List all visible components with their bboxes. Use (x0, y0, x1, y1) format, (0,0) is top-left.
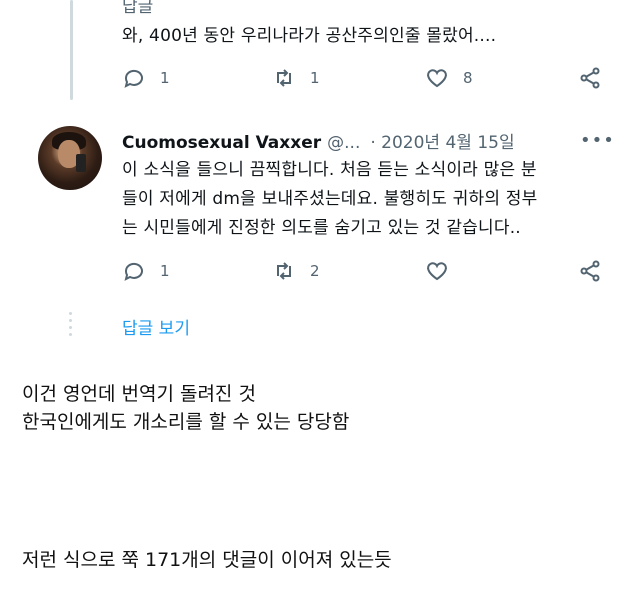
thread-line (70, 0, 73, 100)
tweet-text-line: 는 시민들에게 진정한 의도를 숨기고 있는 것 같습니다.. (122, 218, 521, 238)
reply-button[interactable]: 1 (122, 259, 170, 283)
reply-count: 1 (160, 262, 170, 280)
tweet-thread: 답글 와, 400년 동안 우리나라가 공산주의인줄 몰랐어.... 1 1 8 (0, 0, 640, 350)
like-button[interactable] (425, 259, 463, 283)
like-count: 8 (463, 69, 473, 87)
share-button[interactable] (578, 259, 602, 283)
caption-line: 저런 식으로 쭉 171개의 댓글이 이어져 있는듯 (22, 549, 392, 571)
user-handle[interactable]: @... (327, 133, 360, 153)
retweet-icon (277, 69, 291, 87)
retweet-count: 1 (310, 69, 320, 87)
share-icon (580, 260, 600, 282)
share-button[interactable] (578, 66, 602, 90)
display-name[interactable]: Cuomosexual Vaxxer (122, 133, 321, 153)
reply-button[interactable]: 1 (122, 66, 170, 90)
reply-icon (124, 262, 143, 281)
retweet-button[interactable]: 1 (272, 66, 320, 90)
avatar[interactable] (38, 126, 102, 190)
like-icon (427, 262, 447, 281)
retweet-button[interactable]: 2 (272, 259, 320, 283)
like-button[interactable]: 8 (425, 66, 473, 90)
reply-icon (124, 69, 143, 88)
show-replies-link[interactable]: 답글 보기 (122, 314, 190, 339)
tweet-text-line: 이 소식을 들으니 끔찍합니다. 처음 듣는 소식이라 많은 분 (122, 160, 537, 180)
retweet-count: 2 (310, 262, 320, 280)
top-tweet-text: 와, 400년 동안 우리나라가 공산주의인줄 몰랐어.... (122, 26, 497, 46)
thread-continuation-dots (68, 312, 74, 340)
tweet-actions: 1 2 (122, 259, 612, 287)
tweet-header: Cuomosexual Vaxxer @... · 2020년 4월 15일 (122, 128, 515, 153)
tweet-text-line: 들이 저에게 dm을 보내주셨는데요. 불행히도 귀하의 정부 (122, 189, 538, 209)
more-icon[interactable]: ••• (580, 130, 615, 151)
share-icon (580, 67, 600, 89)
top-tweet-actions: 1 1 8 (122, 66, 612, 94)
retweet-icon (277, 262, 291, 280)
reply-indicator: 답글 (122, 0, 154, 17)
like-icon (427, 69, 447, 88)
caption-line: 한국인에게도 개소리를 할 수 있는 당당함 (22, 411, 350, 433)
reply-count: 1 (160, 69, 170, 87)
caption-line: 이건 영언데 번역기 돌려진 것 (22, 383, 256, 405)
tweet-date[interactable]: · 2020년 4월 15일 (370, 133, 514, 153)
